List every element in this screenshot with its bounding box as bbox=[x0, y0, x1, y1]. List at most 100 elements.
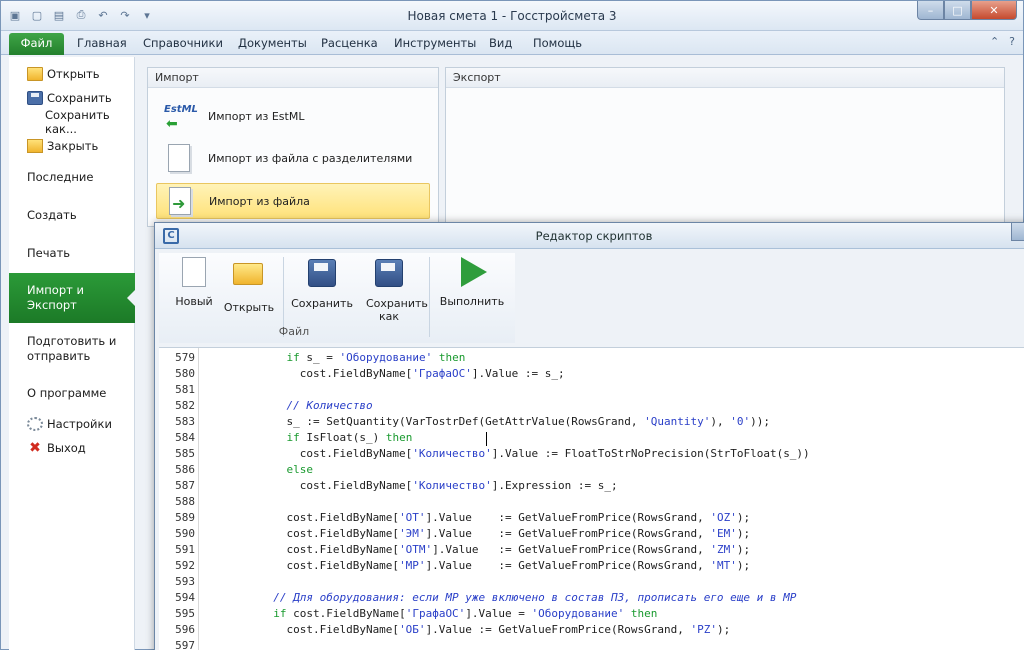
window-title: Новая смета 1 - Госстройсмета 3 bbox=[407, 9, 617, 23]
code-token: cost.FieldByName[ bbox=[207, 559, 400, 572]
code-token: ); bbox=[736, 559, 751, 572]
floppy-save-icon bbox=[308, 259, 336, 287]
code-line[interactable]: 591 cost.FieldByName['ОТМ'].Value := Get… bbox=[159, 542, 1024, 558]
code-token: 'EM' bbox=[710, 527, 737, 540]
code-token: 'ОТМ' bbox=[399, 543, 433, 556]
sidebar-item-print[interactable]: Печать bbox=[9, 237, 135, 269]
code-line[interactable]: 586 else bbox=[159, 462, 1024, 478]
code-token: cost.FieldByName[ bbox=[207, 511, 400, 524]
tab-file[interactable]: Файл bbox=[9, 33, 64, 55]
sidebar-item-save-as[interactable]: Сохранить как... bbox=[9, 108, 135, 136]
code-line[interactable]: 592 cost.FieldByName['МР'].Value := GetV… bbox=[159, 558, 1024, 574]
code-line[interactable]: 580 cost.FieldByName['ГрафаОС'].Value :=… bbox=[159, 366, 1024, 382]
line-number: 582 bbox=[175, 399, 195, 412]
code-token: cost.FieldByName[ bbox=[207, 527, 400, 540]
import-estml-item[interactable]: EstML ⬅ Импорт из EstML bbox=[156, 98, 430, 134]
delimited-file-icon bbox=[164, 144, 196, 172]
code-token: s_ = bbox=[299, 351, 340, 364]
open-folder-icon bbox=[233, 263, 263, 285]
code-token: ); bbox=[716, 623, 731, 636]
line-number: 590 bbox=[175, 527, 195, 540]
code-line[interactable]: 584 if IsFloat(s_) then bbox=[159, 430, 1024, 446]
code-token: 'Оборудование' bbox=[531, 607, 625, 620]
save-button[interactable]: Сохранить bbox=[289, 257, 355, 310]
active-arrow-icon bbox=[127, 289, 136, 307]
code-line[interactable]: 579 if s_ = 'Оборудование' then bbox=[159, 350, 1024, 366]
tab-rate[interactable]: Расценка bbox=[313, 33, 386, 55]
line-number: 585 bbox=[175, 447, 195, 460]
code-token: 'ОБ' bbox=[399, 623, 426, 636]
code-line[interactable]: 583 s_ := SetQuantity(VarTostrDef(GetAtt… bbox=[159, 414, 1024, 430]
tab-view[interactable]: Вид bbox=[481, 33, 520, 55]
sidebar-item-recent[interactable]: Последние bbox=[9, 161, 135, 193]
code-line[interactable]: 595 if cost.FieldByName['ГрафаОС'].Value… bbox=[159, 606, 1024, 622]
new-button[interactable]: Новый bbox=[173, 257, 215, 308]
code-line[interactable]: 596 cost.FieldByName['ОБ'].Value := GetV… bbox=[159, 622, 1024, 638]
code-editor[interactable]: 579 if s_ = 'Оборудование' then 580 cost.… bbox=[159, 347, 1024, 650]
save-icon bbox=[27, 91, 43, 105]
help-icon[interactable]: ? bbox=[1009, 35, 1015, 48]
tab-documents[interactable]: Документы bbox=[230, 33, 315, 55]
code-line[interactable]: 585 cost.FieldByName['Количество'].Value… bbox=[159, 446, 1024, 462]
code-token: 'ОТ' bbox=[399, 511, 426, 524]
sidebar-item-import-export[interactable]: Импорт и Экспорт bbox=[9, 273, 136, 323]
line-number: 593 bbox=[175, 575, 195, 588]
sidebar-item-create[interactable]: Создать bbox=[9, 199, 135, 231]
folder-icon bbox=[27, 67, 43, 81]
import-file-item[interactable]: Импорт из файла bbox=[156, 183, 430, 219]
code-token: cost.FieldByName[ bbox=[286, 607, 406, 620]
minimize-button[interactable]: – bbox=[917, 1, 944, 20]
code-token: ); bbox=[736, 527, 751, 540]
tab-references[interactable]: Справочники bbox=[135, 33, 231, 55]
code-token: ].Value := FloatToStrNoPrecision(StrToFl… bbox=[491, 447, 810, 460]
code-line[interactable]: 589 cost.FieldByName['ОТ'].Value := GetV… bbox=[159, 510, 1024, 526]
tab-tools[interactable]: Инструменты bbox=[386, 33, 484, 55]
floppy-save-as-icon bbox=[375, 259, 403, 287]
backstage-sidebar: Открыть Сохранить Сохранить как... Закры… bbox=[9, 57, 136, 650]
import-delimited-item[interactable]: Импорт из файла с разделителями bbox=[156, 140, 430, 176]
code-token: ].Value := GetValueFromPrice(RowsGrand, bbox=[425, 559, 711, 572]
save-as-button[interactable]: Сохранить как bbox=[357, 257, 428, 323]
tab-help[interactable]: Помощь bbox=[525, 33, 590, 55]
code-token: ].Value := GetValueFromPrice(RowsGrand, bbox=[432, 543, 711, 556]
code-line[interactable]: 587 cost.FieldByName['Количество'].Expre… bbox=[159, 478, 1024, 494]
code-line[interactable]: 581 bbox=[159, 382, 1024, 398]
maximize-button[interactable]: □ bbox=[944, 1, 971, 20]
code-line[interactable]: 593 bbox=[159, 574, 1024, 590]
code-line[interactable]: 590 cost.FieldByName['ЭМ'].Value := GetV… bbox=[159, 526, 1024, 542]
sidebar-item-exit[interactable]: ✖ Выход bbox=[9, 439, 135, 457]
code-line[interactable]: 597 bbox=[159, 638, 1024, 650]
tab-home[interactable]: Главная bbox=[69, 33, 135, 55]
code-token: '0' bbox=[730, 415, 751, 428]
sidebar-item-open[interactable]: Открыть bbox=[9, 65, 135, 83]
code-line[interactable]: 582 // Количество bbox=[159, 398, 1024, 414]
import-file-icon bbox=[165, 187, 197, 215]
close-folder-icon bbox=[27, 139, 43, 153]
sidebar-item-about[interactable]: О программе bbox=[9, 377, 135, 409]
code-line[interactable]: 594 // Для оборудования: если МР уже вкл… bbox=[159, 590, 1024, 606]
run-button[interactable]: Выполнить bbox=[439, 257, 505, 308]
code-token: if bbox=[286, 431, 300, 444]
open-button[interactable]: Открыть bbox=[223, 257, 275, 314]
line-number: 589 bbox=[175, 511, 195, 524]
code-token: else bbox=[286, 463, 313, 476]
code-token: s_ := SetQuantity(VarTostrDef(GetAttrVal… bbox=[207, 415, 645, 428]
sidebar-item-save[interactable]: Сохранить bbox=[9, 89, 135, 107]
code-token: cost.FieldByName[ bbox=[207, 447, 413, 460]
line-number: 587 bbox=[175, 479, 195, 492]
sidebar-item-close[interactable]: Закрыть bbox=[9, 137, 135, 155]
sidebar-item-prepare-send[interactable]: Подготовить и отправить bbox=[9, 329, 135, 369]
collapse-ribbon-icon[interactable]: ⌃ bbox=[990, 35, 999, 48]
sidebar-item-settings[interactable]: Настройки bbox=[9, 415, 135, 433]
editor-window-button[interactable] bbox=[1011, 223, 1024, 241]
close-button[interactable]: ✕ bbox=[971, 1, 1017, 20]
line-number: 591 bbox=[175, 543, 195, 556]
code-token: ].Value := GetValueFromPrice(RowsGrand, bbox=[425, 527, 711, 540]
title-bar: ▣ ▢ ▤ ⎙ ↶ ↷ ▾ Новая смета 1 - Госстройсм… bbox=[1, 1, 1023, 31]
code-token: 'ZM' bbox=[710, 543, 737, 556]
code-token: IsFloat(s_) bbox=[299, 431, 386, 444]
code-line[interactable]: 588 bbox=[159, 494, 1024, 510]
